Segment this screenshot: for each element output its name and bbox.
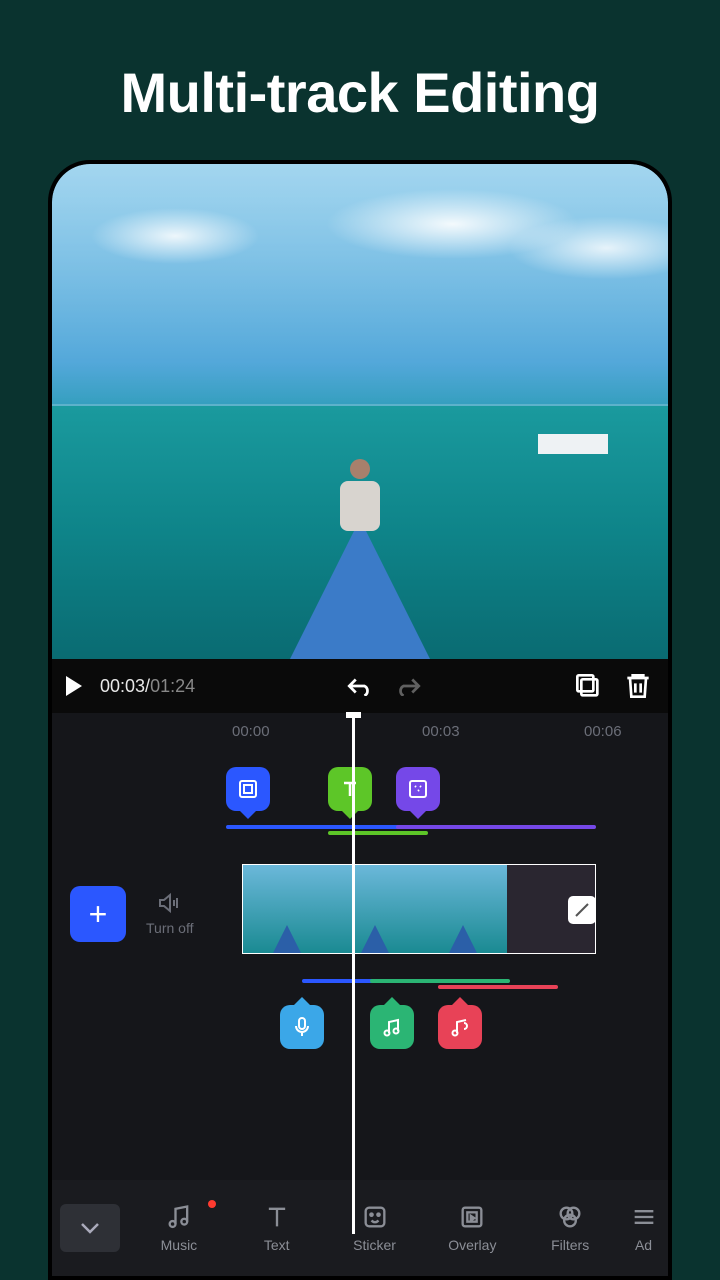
undo-button[interactable] [343,670,375,702]
text-tool[interactable]: Text [228,1203,326,1253]
time-ruler[interactable]: 00:00 00:03 00:06 [52,713,668,749]
music-tool[interactable]: Music [130,1203,228,1253]
overlay-tool[interactable]: Overlay [423,1203,521,1253]
sound-effect-marker[interactable] [438,1005,482,1049]
filters-tool[interactable]: Filters [521,1203,619,1253]
sticker-marker[interactable] [396,767,440,811]
transition-button[interactable] [568,896,596,924]
voiceover-marker[interactable] [280,1005,324,1049]
play-button[interactable] [66,676,82,696]
delete-button[interactable] [622,670,654,702]
notification-dot [208,1200,216,1208]
duplicate-button[interactable] [572,670,604,702]
timecode: 00:03/01:24 [100,676,195,697]
audio-toggle[interactable]: Turn off [146,892,193,936]
sticker-tool[interactable]: Sticker [326,1203,424,1253]
headline: Multi-track Editing [0,0,720,125]
bottom-toolbar: Music Text Sticker Overlay Filters Ad [52,1180,668,1276]
add-clip-button[interactable]: + [70,886,126,942]
playback-bar: 00:03/01:24 [52,659,668,713]
music-marker[interactable] [370,1005,414,1049]
music-track-line [370,979,510,983]
video-preview[interactable] [52,164,668,659]
playhead[interactable] [352,713,355,1234]
timeline[interactable]: + Turn off [52,749,668,1224]
text-marker[interactable] [328,767,372,811]
video-clip-strip[interactable] [242,864,596,954]
sfx-track-line [438,985,558,989]
sticker-track-line [396,825,596,829]
collapse-button[interactable] [60,1204,120,1252]
redo-button[interactable] [393,670,425,702]
text-track-line [328,831,428,835]
background-boat [538,434,608,454]
overlay-marker[interactable] [226,767,270,811]
adjust-tool[interactable]: Ad [619,1203,668,1253]
phone-frame: 00:03/01:24 00:00 00:03 00:06 [48,160,672,1280]
